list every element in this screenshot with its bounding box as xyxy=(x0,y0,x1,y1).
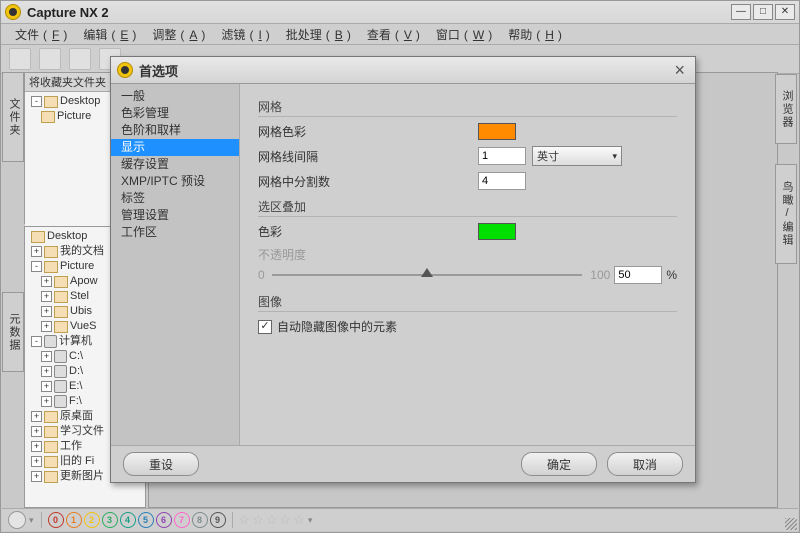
toolbar-button[interactable] xyxy=(39,48,61,70)
nav-item-display[interactable]: 显示 xyxy=(111,139,239,156)
maximize-button[interactable]: □ xyxy=(753,4,773,20)
section-grid: 网格 xyxy=(258,98,677,117)
label-dot-3[interactable]: 3 xyxy=(102,512,118,528)
gear-icon[interactable] xyxy=(8,511,26,529)
dialog-close-button[interactable]: × xyxy=(670,60,689,81)
nav-item-labels[interactable]: 标签 xyxy=(111,190,239,207)
nav-item-cache[interactable]: 缓存设置 xyxy=(111,156,239,173)
opacity-input[interactable] xyxy=(614,266,662,284)
grid-subdiv-input[interactable] xyxy=(478,172,526,190)
menu-file[interactable]: 文件(F) xyxy=(7,25,71,44)
star-icon[interactable]: ☆ xyxy=(293,512,305,528)
menu-adjust[interactable]: 调整(A) xyxy=(144,25,209,44)
menu-view[interactable]: 查看(V) xyxy=(359,25,424,44)
label-dot-4[interactable]: 4 xyxy=(120,512,136,528)
app-logo-icon xyxy=(5,4,21,20)
label-dot-1[interactable]: 1 xyxy=(66,512,82,528)
label-dot-7[interactable]: 7 xyxy=(174,512,190,528)
label-dot-6[interactable]: 6 xyxy=(156,512,172,528)
menu-window[interactable]: 窗口(W) xyxy=(428,25,496,44)
auto-hide-label: 自动隐藏图像中的元素 xyxy=(277,318,397,335)
chevron-down-icon: ▾ xyxy=(612,151,617,162)
right-tab-birdseye[interactable]: 鸟瞰/编辑 xyxy=(775,164,797,264)
auto-hide-checkbox[interactable]: ✓ xyxy=(258,320,272,334)
nav-item-xmp[interactable]: XMP/IPTC 预设 xyxy=(111,173,239,190)
dialog-titlebar: 首选项 × xyxy=(111,57,695,84)
app-title: Capture NX 2 xyxy=(27,5,109,20)
section-image: 图像 xyxy=(258,293,677,312)
section-overlay: 选区叠加 xyxy=(258,198,677,217)
dialog-content: 网格 网格色彩 网格线间隔 英寸▾ 网格中分割数 选区叠加 色彩 xyxy=(240,84,695,445)
opacity-max: 100 xyxy=(586,268,610,282)
opacity-slider[interactable] xyxy=(272,274,582,276)
grid-unit-select[interactable]: 英寸▾ xyxy=(532,146,622,166)
right-tab-browser[interactable]: 浏览器 xyxy=(775,74,797,144)
dialog-nav: 一般 色彩管理 色阶和取样 显示 缓存设置 XMP/IPTC 预设 标签 管理设… xyxy=(111,84,240,445)
nav-item-workspace[interactable]: 工作区 xyxy=(111,224,239,241)
menu-filter[interactable]: 滤镜(I) xyxy=(213,25,273,44)
dropdown-icon[interactable]: ▾ xyxy=(28,515,35,526)
dropdown-icon[interactable]: ▾ xyxy=(307,515,314,526)
nav-item-levels[interactable]: 色阶和取样 xyxy=(111,122,239,139)
preferences-dialog: 首选项 × 一般 色彩管理 色阶和取样 显示 缓存设置 XMP/IPTC 预设 … xyxy=(110,56,696,483)
titlebar: Capture NX 2 — □ ✕ xyxy=(1,1,799,24)
dialog-title: 首选项 xyxy=(139,61,178,80)
label-dot-5[interactable]: 5 xyxy=(138,512,154,528)
overlay-opacity-label: 不透明度 xyxy=(258,246,478,263)
ok-button[interactable]: 确定 xyxy=(521,452,597,476)
grid-spacing-label: 网格线间隔 xyxy=(258,148,478,165)
toolbar-button[interactable] xyxy=(69,48,91,70)
overlay-color-label: 色彩 xyxy=(258,223,478,240)
star-icon[interactable]: ☆ xyxy=(266,512,278,528)
grid-color-label: 网格色彩 xyxy=(258,123,478,140)
nav-item-color[interactable]: 色彩管理 xyxy=(111,105,239,122)
slider-thumb-icon[interactable] xyxy=(421,268,433,277)
star-icon[interactable]: ☆ xyxy=(239,512,251,528)
star-icon[interactable]: ☆ xyxy=(280,512,292,528)
label-dot-2[interactable]: 2 xyxy=(84,512,100,528)
status-bar: ▾ 0123456789 ☆ ☆ ☆ ☆ ☆ ▾ xyxy=(2,508,798,531)
resize-grip-icon[interactable] xyxy=(785,518,797,530)
app-window: Capture NX 2 — □ ✕ 文件(F) 编辑(E) 调整(A) 滤镜(… xyxy=(0,0,800,533)
menu-edit[interactable]: 编辑(E) xyxy=(75,25,140,44)
menu-batch[interactable]: 批处理(B) xyxy=(278,25,355,44)
reset-button[interactable]: 重设 xyxy=(123,452,199,476)
cancel-button[interactable]: 取消 xyxy=(607,452,683,476)
percent-label: % xyxy=(666,268,677,282)
menubar: 文件(F) 编辑(E) 调整(A) 滤镜(I) 批处理(B) 查看(V) 窗口(… xyxy=(1,24,799,45)
nav-item-manage[interactable]: 管理设置 xyxy=(111,207,239,224)
grid-spacing-input[interactable] xyxy=(478,147,526,165)
close-button[interactable]: ✕ xyxy=(775,4,795,20)
toolbar-button[interactable] xyxy=(9,48,31,70)
overlay-color-swatch[interactable] xyxy=(478,223,516,240)
minimize-button[interactable]: — xyxy=(731,4,751,20)
label-dot-9[interactable]: 9 xyxy=(210,512,226,528)
star-icon[interactable]: ☆ xyxy=(252,512,264,528)
dialog-footer: 重设 确定 取消 xyxy=(111,445,695,482)
menu-help[interactable]: 帮助(H) xyxy=(500,25,566,44)
grid-color-swatch[interactable] xyxy=(478,123,516,140)
label-dot-8[interactable]: 8 xyxy=(192,512,208,528)
grid-subdiv-label: 网格中分割数 xyxy=(258,173,478,190)
dialog-logo-icon xyxy=(117,62,133,78)
left-tab-metadata[interactable]: 元数据 xyxy=(2,292,24,372)
nav-item-general[interactable]: 一般 xyxy=(111,88,239,105)
favorites-title: 将收藏夹文件夹 xyxy=(29,77,106,89)
opacity-min: 0 xyxy=(258,268,272,282)
left-tab-folders[interactable]: 文件夹 xyxy=(2,72,24,162)
label-dot-0[interactable]: 0 xyxy=(48,512,64,528)
